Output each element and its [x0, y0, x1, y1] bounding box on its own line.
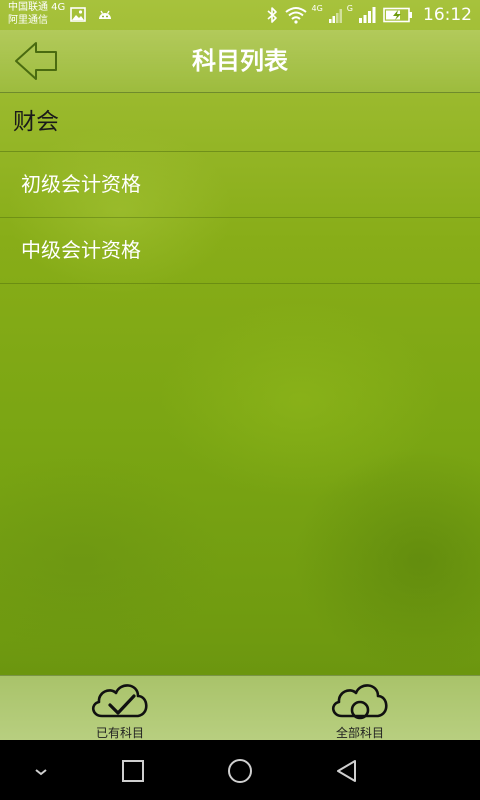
list-item-label: 中级会计资格: [21, 238, 141, 262]
title-bar: 科目列表: [0, 30, 480, 93]
image-icon: [70, 7, 86, 22]
clock: 16:12: [423, 5, 472, 25]
carrier-name: 中国联通 4G: [8, 2, 66, 13]
cloud-check-icon: [92, 684, 148, 718]
bluetooth-icon: [266, 7, 277, 23]
recent-apps-button[interactable]: [120, 758, 146, 784]
wifi-icon: [284, 7, 307, 24]
screen: 中国联通 4G 阿里通信 4G G 16:12 科目列表 财会 初级会计资格 中…: [0, 0, 480, 800]
network-4g-label: 4G: [311, 4, 323, 13]
android-icon: [99, 10, 112, 19]
system-status-icons: 4G G 16:12: [260, 4, 472, 26]
tab-label: 全部科目: [335, 726, 384, 740]
back-nav-button[interactable]: [334, 758, 360, 784]
signal-icon: [328, 9, 342, 23]
tab-bar: 已有科目 全部科目: [0, 675, 480, 741]
list-item-intermediate-accounting[interactable]: 中级会计资格: [0, 218, 480, 284]
navigation-bar: [0, 740, 480, 800]
category-label: 财会: [13, 109, 59, 135]
carrier-info: 中国联通 4G 阿里通信: [8, 1, 65, 27]
home-button[interactable]: [227, 758, 253, 784]
list-item-junior-accounting[interactable]: 初级会计资格: [0, 152, 480, 218]
chevron-down-icon[interactable]: [28, 758, 54, 784]
signal-icon-2: [359, 7, 376, 23]
category-header: 财会: [0, 93, 480, 152]
status-bar: 中国联通 4G 阿里通信 4G G 16:12: [0, 0, 480, 30]
carrier-service: 阿里通信: [8, 15, 48, 26]
tab-all-subjects[interactable]: 全部科目: [290, 676, 430, 741]
tab-label: 已有科目: [95, 726, 144, 740]
page-title: 科目列表: [192, 47, 288, 75]
battery-charging-icon: [383, 7, 412, 23]
cloud-circle-icon: [332, 684, 388, 720]
network-g-label: G: [346, 4, 353, 13]
notification-icons: [70, 7, 119, 23]
tab-owned-subjects[interactable]: 已有科目: [50, 676, 190, 741]
list-item-label: 初级会计资格: [21, 172, 141, 196]
